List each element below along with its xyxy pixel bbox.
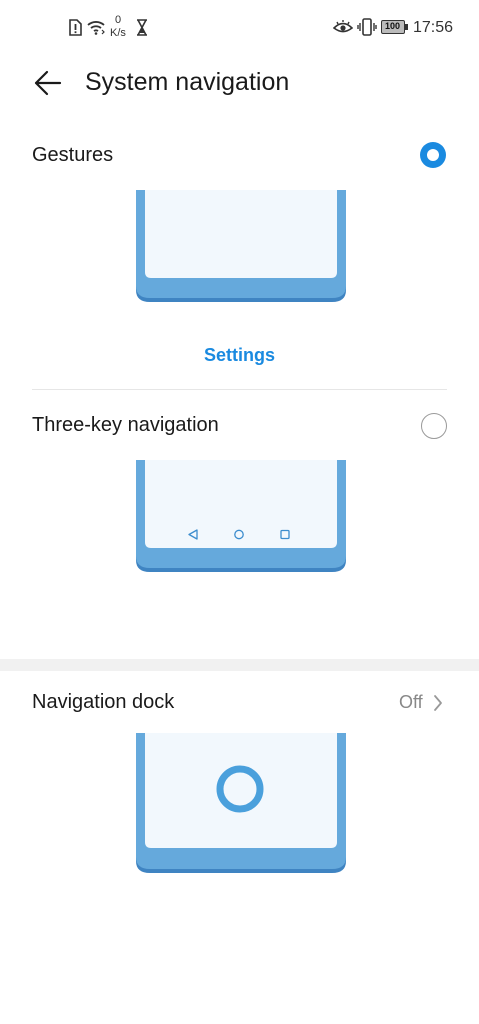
- navigation-dock-label: Navigation dock: [32, 691, 175, 713]
- option-three-key-label: Three-key navigation: [32, 414, 219, 436]
- navigation-dock-value: Off: [399, 692, 423, 712]
- net-speed-value: 0: [115, 14, 122, 26]
- battery-icon: 100: [381, 20, 405, 34]
- navigation-dock-phone-illustration: [136, 733, 346, 873]
- option-gestures-label: Gestures: [32, 144, 114, 166]
- option-gestures-radio[interactable]: [420, 142, 446, 168]
- gestures-phone-illustration: [136, 190, 346, 302]
- eye-comfort-icon: [333, 20, 353, 33]
- wifi-icon: [87, 21, 105, 35]
- vibrate-icon: [357, 18, 377, 36]
- clock: 17:56: [413, 19, 454, 36]
- battery-level: 100: [384, 21, 401, 31]
- hourglass-icon: [137, 19, 147, 36]
- three-key-phone-illustration: [136, 460, 346, 572]
- page-title: System navigation: [85, 68, 290, 96]
- back-arrow-icon[interactable]: [34, 70, 62, 96]
- gestures-settings-link[interactable]: Settings: [0, 345, 479, 366]
- divider: [32, 389, 447, 390]
- status-bar: 0 K/s 100 17:56: [0, 0, 479, 56]
- chevron-right-icon: [434, 695, 442, 711]
- section-separator: [0, 659, 479, 671]
- sim-alert-icon: [69, 19, 82, 36]
- option-three-key-radio[interactable]: [421, 413, 447, 439]
- net-speed-unit: K/s: [110, 27, 126, 39]
